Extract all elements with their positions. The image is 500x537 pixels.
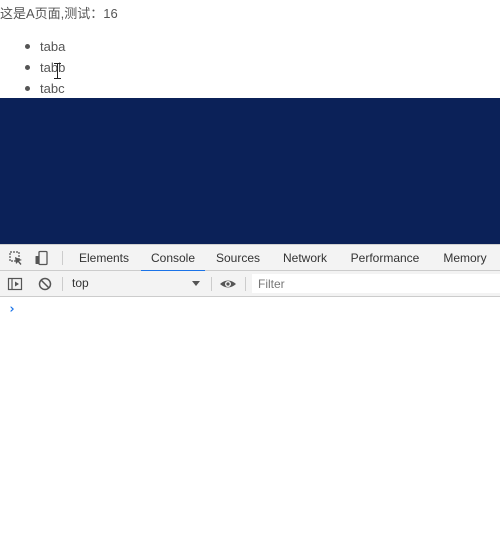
eye-icon[interactable]	[219, 276, 236, 292]
toolbar-divider	[62, 251, 63, 265]
tab-label: Console	[150, 251, 196, 265]
devtools-panel: Elements Console Sources Network Perform…	[0, 244, 500, 537]
bullet-icon	[25, 44, 30, 49]
list-item-label: taba	[40, 39, 66, 54]
tab-label: Performance	[350, 251, 420, 265]
tab-label: Sources	[215, 251, 261, 265]
browser-viewport: 这是A页面,测试：16 taba tabb tabc Elements Cons…	[0, 0, 500, 537]
tab-label: Network	[282, 251, 327, 265]
console-output[interactable]: ›	[0, 298, 500, 537]
context-selector[interactable]: top	[66, 271, 206, 296]
tab-network[interactable]: Network	[276, 245, 334, 271]
page-content: 这是A页面,测试：16 taba tabb tabc	[0, 0, 500, 98]
toolbar-divider	[62, 277, 63, 291]
blue-panel	[0, 98, 500, 244]
page-heading: 这是A页面,测试：16	[0, 6, 118, 21]
bullet-icon	[25, 86, 30, 91]
tab-memory[interactable]: Memory	[436, 245, 494, 271]
list-item-label: tabc	[40, 81, 65, 96]
bullet-icon	[25, 65, 30, 70]
toolbar-divider	[211, 277, 212, 291]
tab-label: Memory	[443, 251, 487, 265]
list-item-tabb[interactable]: tabb	[25, 57, 66, 78]
tab-performance[interactable]: Performance	[344, 245, 426, 271]
show-sidebar-icon[interactable]	[7, 276, 23, 292]
tab-elements[interactable]: Elements	[74, 245, 134, 271]
tab-console[interactable]: Console	[141, 245, 205, 272]
list-item-label: tabb	[40, 60, 66, 75]
inspect-element-icon[interactable]	[8, 250, 24, 266]
chevron-down-icon	[192, 281, 200, 286]
context-selector-value: top	[72, 276, 89, 290]
devtools-tab-bar: Elements Console Sources Network Perform…	[0, 244, 500, 272]
filter-input[interactable]	[252, 274, 500, 293]
toolbar-divider	[245, 277, 246, 291]
tab-label: Elements	[78, 251, 130, 265]
list-item-taba[interactable]: taba	[25, 36, 66, 57]
device-toolbar-icon[interactable]	[34, 250, 50, 266]
text-cursor-icon	[54, 63, 61, 79]
list-item-tabc[interactable]: tabc	[25, 78, 65, 99]
console-toolbar: top	[0, 271, 500, 297]
clear-console-icon[interactable]	[37, 276, 53, 292]
tab-sources[interactable]: Sources	[211, 245, 265, 271]
console-prompt-icon: ›	[8, 302, 16, 317]
